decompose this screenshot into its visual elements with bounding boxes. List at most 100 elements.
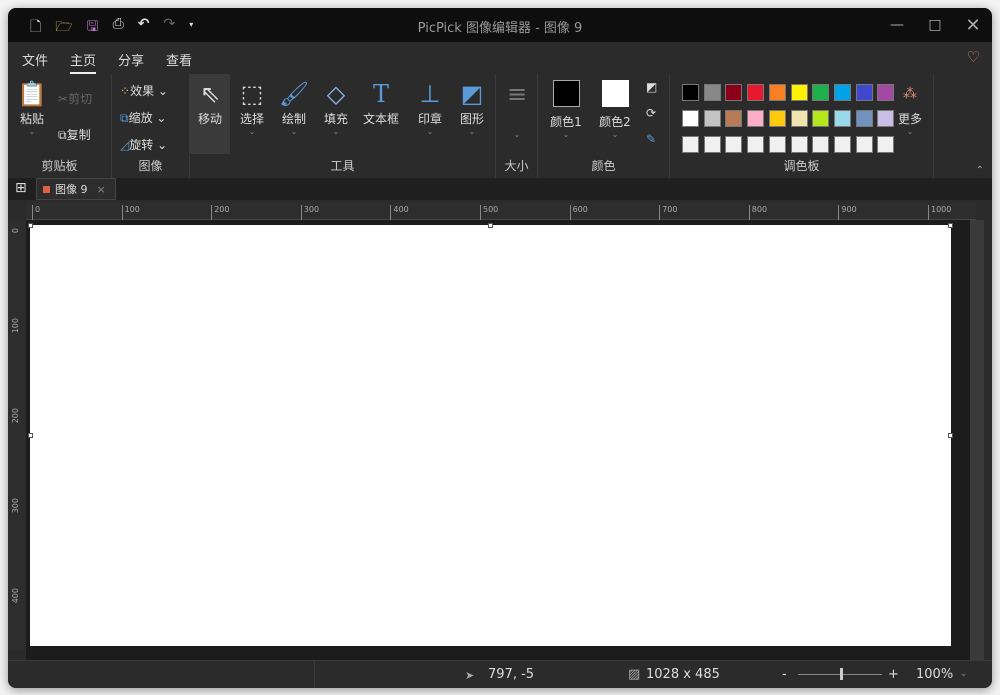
rotate-button[interactable]: ◿旋转 ⌄ bbox=[120, 136, 167, 153]
scissors-icon: ✂ bbox=[58, 92, 69, 106]
line-width-icon: ≡ bbox=[506, 80, 528, 108]
resize-handle[interactable] bbox=[948, 223, 953, 228]
more-colors-button[interactable]: ⁂ 更多 ⌄ bbox=[890, 78, 930, 136]
palette-swatch[interactable] bbox=[682, 136, 699, 153]
menu-tabs: 文件 主页 分享 查看 bbox=[22, 50, 192, 74]
vertical-scrollbar[interactable] bbox=[970, 220, 984, 660]
copy-button[interactable]: ⧉复制 bbox=[58, 126, 91, 143]
shape-icon: ◩ bbox=[460, 80, 484, 108]
palette-swatch[interactable] bbox=[725, 84, 743, 101]
palette-swatch[interactable] bbox=[703, 136, 721, 153]
resize-handle[interactable] bbox=[28, 433, 33, 438]
palette-swatch[interactable] bbox=[790, 136, 808, 153]
zoom-level[interactable]: 100% bbox=[916, 667, 953, 682]
ruler-tick-label: 500 bbox=[480, 205, 498, 220]
maximize-button[interactable]: □ bbox=[916, 8, 954, 42]
palette-swatch[interactable] bbox=[725, 136, 743, 153]
ruler-tick-label: 600 bbox=[569, 205, 588, 220]
text-icon: T bbox=[372, 80, 389, 108]
palette-swatch[interactable] bbox=[833, 136, 851, 153]
resize-button[interactable]: ⧉缩放 ⌄ bbox=[120, 109, 166, 126]
ruler-tick-label: 100 bbox=[11, 318, 20, 334]
ruler-tick-label: 900 bbox=[838, 205, 857, 220]
palette-swatch[interactable] bbox=[812, 84, 830, 101]
zoom-slider-thumb[interactable] bbox=[840, 668, 843, 680]
tool-shape[interactable]: ◩ 图形 ⌄ bbox=[452, 78, 492, 136]
tools-group: ⇖ 移动 ⬚ 选择 ⌄ 🖌 绘制 ⌄ ◇ 填充 ⌄ T 文本框 ⊥ 印章 ⌄ ◩ 图形 ⌄ 工具 bbox=[190, 74, 496, 178]
effects-button[interactable]: ⁘效果 ⌄ bbox=[120, 82, 168, 99]
palette-swatch[interactable] bbox=[682, 84, 699, 101]
palette-swatch[interactable] bbox=[855, 136, 873, 153]
palette-swatch[interactable] bbox=[725, 110, 743, 127]
cursor-icon: ⇖ bbox=[199, 80, 221, 108]
status-bar: ➤ 797, -5 ▨ 1028 x 485 - + 100% ⌄ bbox=[8, 660, 992, 688]
palette-swatch[interactable] bbox=[833, 110, 851, 127]
pointer-icon: ➤ bbox=[465, 669, 475, 682]
refresh-colors-icon[interactable]: ⟳ bbox=[646, 106, 656, 120]
horizontal-ruler: 0 100 200 300 400 500 600 700 800 900 1000 bbox=[26, 202, 976, 220]
tool-stamp[interactable]: ⊥ 印章 ⌄ bbox=[410, 78, 450, 136]
palette-swatch[interactable] bbox=[747, 110, 765, 127]
palette-swatch[interactable] bbox=[768, 110, 786, 127]
palette-swatch[interactable] bbox=[855, 110, 873, 127]
ribbon: 📋 粘贴 ⌄ ✂剪切 ⧉复制 剪贴板 ⁘效果 ⌄ ⧉缩放 ⌄ ◿旋转 ⌄ 图像 ⇖… bbox=[8, 74, 992, 178]
palette-swatch[interactable] bbox=[833, 84, 851, 101]
image-size-icon: ▨ bbox=[628, 667, 641, 682]
palette-swatch[interactable] bbox=[747, 84, 765, 101]
palette-swatch[interactable] bbox=[790, 110, 808, 127]
zoom-out-button[interactable]: - bbox=[782, 667, 787, 682]
image-canvas[interactable] bbox=[30, 225, 951, 646]
palette-swatch[interactable] bbox=[812, 136, 830, 153]
palette-swatch[interactable] bbox=[790, 84, 808, 101]
palette-swatch[interactable] bbox=[855, 84, 873, 101]
tool-fill[interactable]: ◇ 填充 ⌄ bbox=[316, 78, 356, 136]
ruler-tick-label: 800 bbox=[748, 205, 767, 220]
tool-draw[interactable]: 🖌 绘制 ⌄ bbox=[274, 78, 314, 136]
zoom-in-button[interactable]: + bbox=[888, 667, 899, 682]
eyedropper-icon[interactable]: ✎ bbox=[646, 132, 656, 146]
resize-handle[interactable] bbox=[28, 223, 33, 228]
document-color-icon bbox=[43, 185, 50, 193]
line-size-button[interactable]: ≡ ⌄ bbox=[497, 78, 537, 139]
effects-icon: ⁘ bbox=[120, 84, 131, 98]
ruler-tick-label: 1000 bbox=[928, 205, 951, 220]
grid-view-icon[interactable]: ⊞ bbox=[15, 180, 27, 196]
tab-home[interactable]: 主页 bbox=[70, 50, 97, 74]
resize-handle[interactable] bbox=[948, 433, 953, 438]
tool-select[interactable]: ⬚ 选择 ⌄ bbox=[232, 78, 272, 136]
close-button[interactable]: ✕ bbox=[954, 8, 992, 42]
palette-swatch[interactable] bbox=[703, 110, 721, 127]
palette-swatch[interactable] bbox=[768, 136, 786, 153]
cut-button[interactable]: ✂剪切 bbox=[58, 90, 92, 107]
title-bar: 🗋 🗁 🖫 ⎙ ↶ ↷ ▾ PicPick 图像编辑器 - 图像 9 — □ ✕ bbox=[8, 8, 992, 42]
palette-swatch[interactable] bbox=[747, 136, 765, 153]
tab-file[interactable]: 文件 bbox=[22, 50, 48, 74]
tool-move[interactable]: ⇖ 移动 bbox=[190, 74, 230, 154]
tab-view[interactable]: 查看 bbox=[166, 50, 192, 74]
heart-icon[interactable]: ♡ bbox=[967, 48, 980, 66]
paste-button[interactable]: 📋 粘贴 ⌄ bbox=[14, 78, 50, 136]
palette-group: ⁂ 更多 ⌄ 调色板 bbox=[670, 74, 934, 178]
close-tab-icon[interactable]: × bbox=[97, 183, 106, 196]
color2-button[interactable]: 颜色2 ⌄ bbox=[593, 78, 637, 139]
tool-textbox[interactable]: T 文本框 bbox=[358, 78, 404, 127]
resize-handle[interactable] bbox=[488, 223, 493, 228]
swap-colors-icon[interactable]: ◩ bbox=[646, 80, 657, 94]
tab-share[interactable]: 分享 bbox=[118, 50, 144, 74]
palette-swatch[interactable] bbox=[703, 84, 721, 101]
ruler-tick-label: 200 bbox=[11, 408, 20, 424]
palette-swatch[interactable] bbox=[682, 110, 699, 127]
minimize-button[interactable]: — bbox=[878, 8, 916, 42]
size-group: ≡ ⌄ 大小 bbox=[496, 74, 538, 178]
palette-swatch[interactable] bbox=[812, 110, 830, 127]
palette-swatch[interactable] bbox=[877, 136, 895, 153]
ruler-tick-label: 200 bbox=[211, 205, 229, 220]
zoom-dropdown-icon[interactable]: ⌄ bbox=[960, 669, 968, 679]
color1-button[interactable]: 颜色1 ⌄ bbox=[544, 78, 588, 139]
image-group: ⁘效果 ⌄ ⧉缩放 ⌄ ◿旋转 ⌄ 图像 bbox=[112, 74, 190, 178]
color2-swatch bbox=[601, 80, 629, 107]
canvas-area[interactable] bbox=[26, 220, 978, 660]
palette-swatch[interactable] bbox=[768, 84, 786, 101]
collapse-ribbon-icon[interactable]: ⌃ bbox=[976, 165, 984, 176]
document-tab[interactable]: 图像 9 × bbox=[36, 178, 116, 200]
